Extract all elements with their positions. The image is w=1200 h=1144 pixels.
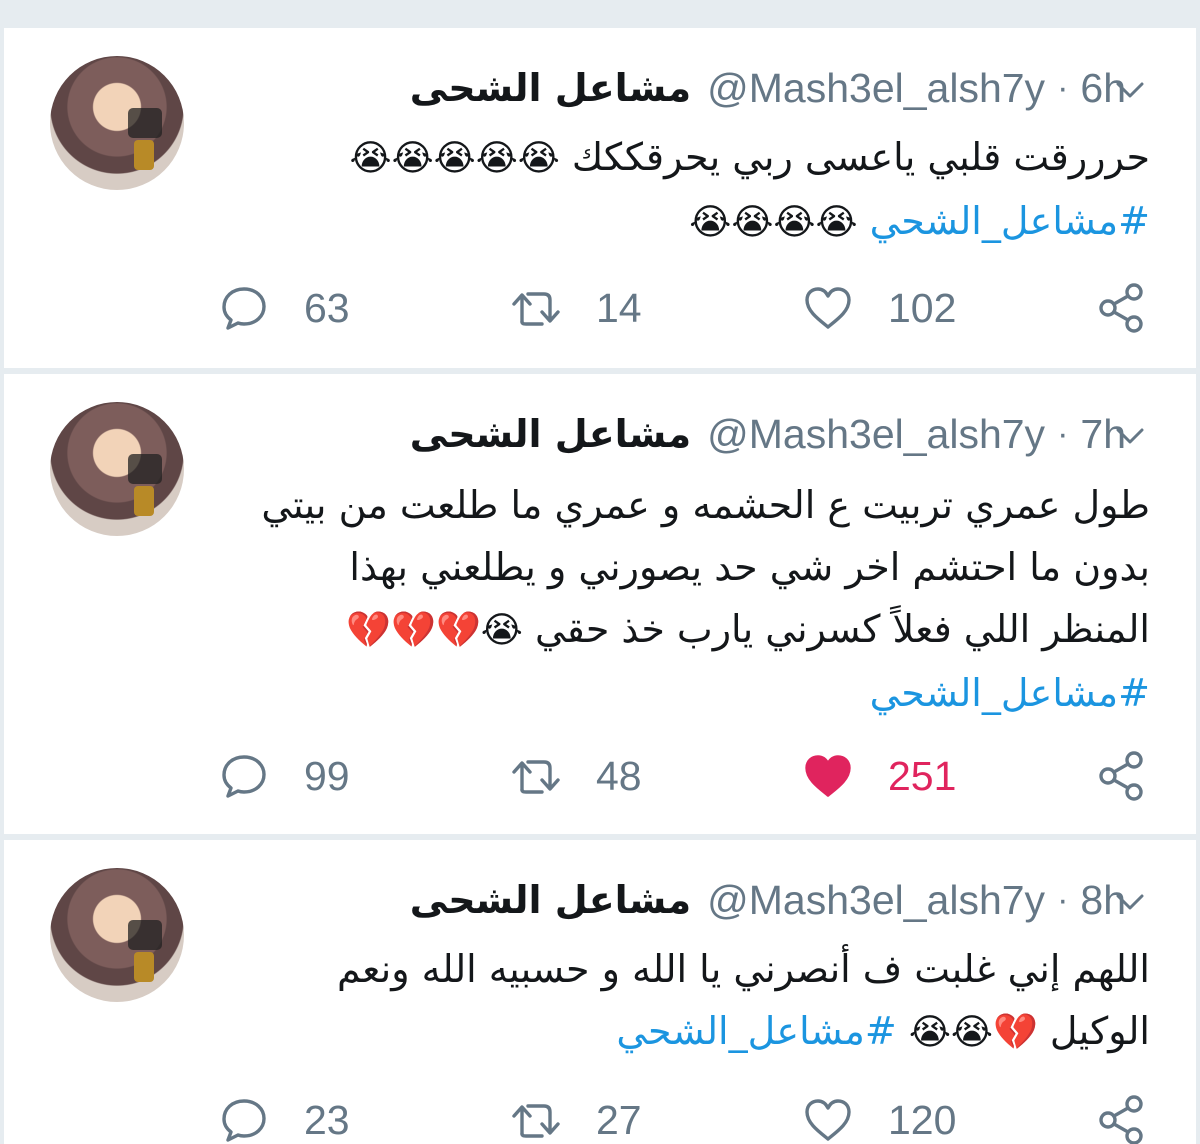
heart-icon (805, 287, 851, 329)
header-separator: · (1057, 880, 1069, 919)
tweet-text: حرررقت قلبي ياعسى ربي يحرقككك 😭😭😭😭😭 #مشا… (220, 126, 1151, 254)
tweet-feed: مشاعل الشحى @Mash3el_alsh7y · 6h حرررقت … (0, 0, 1200, 1144)
avatar[interactable] (50, 402, 184, 536)
retweet-icon (512, 760, 560, 794)
user-handle[interactable]: @Mash3el_alsh7y (707, 877, 1045, 924)
tweet-card[interactable]: مشاعل الشحى @Mash3el_alsh7y · 8h اللهم إ… (4, 840, 1196, 1144)
display-name[interactable]: مشاعل الشحى (410, 878, 691, 922)
tweet-text-line: #مشاعل_الشحي (220, 662, 1150, 724)
tweet-text-line: حرررقت قلبي ياعسى ربي يحرقككك 😭😭😭😭😭 (220, 126, 1151, 190)
action-bar: 99 48 251 (4, 746, 1196, 806)
user-handle[interactable]: @Mash3el_alsh7y (707, 411, 1045, 458)
share-button[interactable] (1096, 746, 1148, 806)
tweet-text-line: المنظر اللي فعلاً كسرني يارب خذ حقي 😭💔💔💔 (220, 598, 1150, 662)
text-segment: طول عمري تربيت ع الحشمه و عمري ما طلعت م… (261, 483, 1150, 527)
speech-bubble-icon (222, 287, 266, 330)
text-segment: اللهم إني غلبت ف أنصرني يا الله و حسبيه … (337, 947, 1150, 991)
speech-bubble-icon (222, 1099, 266, 1142)
tweet-header: مشاعل الشحى @Mash3el_alsh7y · 8h (410, 876, 1126, 924)
retweet-count: 14 (596, 284, 642, 331)
hashtag-link[interactable]: #مشاعل_الشحي (870, 199, 1150, 243)
retweet-button[interactable]: 27 (510, 1090, 642, 1144)
share-button[interactable] (1096, 278, 1148, 338)
tweet-text-line: بدون ما احتشم اخر شي حد يصورني و يطلعني … (220, 536, 1150, 598)
tweet-text: اللهم إني غلبت ف أنصرني يا الله و حسبيه … (220, 938, 1150, 1064)
heart-filled-icon (805, 755, 851, 797)
tweet-card[interactable]: مشاعل الشحى @Mash3el_alsh7y · 6h حرررقت … (4, 28, 1196, 368)
like-count: 251 (888, 752, 957, 799)
avatar[interactable] (50, 56, 184, 190)
tweet-header: مشاعل الشحى @Mash3el_alsh7y · 6h (410, 64, 1126, 112)
retweet-button[interactable]: 48 (510, 746, 642, 806)
emoji-group: 😭😭😭😭 (689, 202, 858, 243)
reply-count: 99 (304, 752, 350, 799)
tweet-text-line: اللهم إني غلبت ف أنصرني يا الله و حسبيه … (220, 938, 1150, 1000)
avatar-held-object (134, 140, 154, 170)
heart-icon (805, 1099, 851, 1141)
emoji-group: 😭😭😭😭😭 (349, 138, 560, 179)
hashtag-link[interactable]: #مشاعل_الشحي (616, 1009, 896, 1053)
header-separator: · (1057, 414, 1069, 453)
tweet-text-line: طول عمري تربيت ع الحشمه و عمري ما طلعت م… (220, 474, 1150, 536)
emoji-group: 💔😭😭 (908, 1012, 1038, 1053)
tweet-text: طول عمري تربيت ع الحشمه و عمري ما طلعت م… (220, 474, 1150, 724)
speech-bubble-icon (222, 755, 266, 798)
text-segment: حرررقت قلبي ياعسى ربي يحرقككك (571, 135, 1150, 179)
retweet-button[interactable]: 14 (510, 278, 642, 338)
tweet-card[interactable]: مشاعل الشحى @Mash3el_alsh7y · 7h طول عمر… (4, 374, 1196, 834)
text-segment: المنظر اللي فعلاً كسرني يارب خذ حقي (534, 607, 1150, 651)
like-button[interactable]: 120 (802, 1090, 956, 1144)
emoji-group: 😭💔💔💔 (346, 610, 523, 651)
chevron-down-icon[interactable] (1112, 884, 1148, 920)
avatar-background-frame (128, 108, 162, 138)
reply-count: 63 (304, 284, 350, 331)
avatar-background-frame (128, 454, 162, 484)
action-bar: 23 27 120 (4, 1090, 1196, 1144)
like-count: 120 (888, 1096, 957, 1143)
like-button[interactable]: 251 (802, 746, 956, 806)
avatar[interactable] (50, 868, 184, 1002)
retweet-count: 48 (596, 752, 642, 799)
share-button[interactable] (1096, 1090, 1148, 1144)
share-icon (1099, 283, 1143, 333)
share-icon (1099, 751, 1143, 801)
reply-button[interactable]: 63 (218, 278, 350, 338)
retweet-icon (512, 1104, 560, 1138)
reply-button[interactable]: 23 (218, 1090, 350, 1144)
share-icon (1099, 1095, 1143, 1144)
like-count: 102 (888, 284, 957, 331)
tweet-text-line: #مشاعل_الشحي 😭😭😭😭 (220, 190, 1150, 254)
avatar-held-object (134, 952, 154, 982)
chevron-down-icon[interactable] (1112, 72, 1148, 108)
hashtag-link[interactable]: #مشاعل_الشحي (870, 671, 1150, 715)
reply-count: 23 (304, 1096, 350, 1143)
tweet-text-line: الوكيل 💔😭😭 #مشاعل_الشحي (220, 1000, 1150, 1064)
retweet-icon (512, 292, 560, 326)
header-separator: · (1057, 68, 1069, 107)
action-bar: 63 14 102 (4, 278, 1196, 338)
like-button[interactable]: 102 (802, 278, 956, 338)
text-segment: بدون ما احتشم اخر شي حد يصورني و يطلعني … (349, 545, 1150, 589)
user-handle[interactable]: @Mash3el_alsh7y (707, 65, 1045, 112)
retweet-count: 27 (596, 1096, 642, 1143)
display-name[interactable]: مشاعل الشحى (410, 66, 691, 110)
tweet-header: مشاعل الشحى @Mash3el_alsh7y · 7h (410, 410, 1126, 458)
display-name[interactable]: مشاعل الشحى (410, 412, 691, 456)
text-segment: الوكيل (1049, 1009, 1150, 1053)
avatar-background-frame (128, 920, 162, 950)
chevron-down-icon[interactable] (1112, 418, 1148, 454)
avatar-held-object (134, 486, 154, 516)
reply-button[interactable]: 99 (218, 746, 350, 806)
